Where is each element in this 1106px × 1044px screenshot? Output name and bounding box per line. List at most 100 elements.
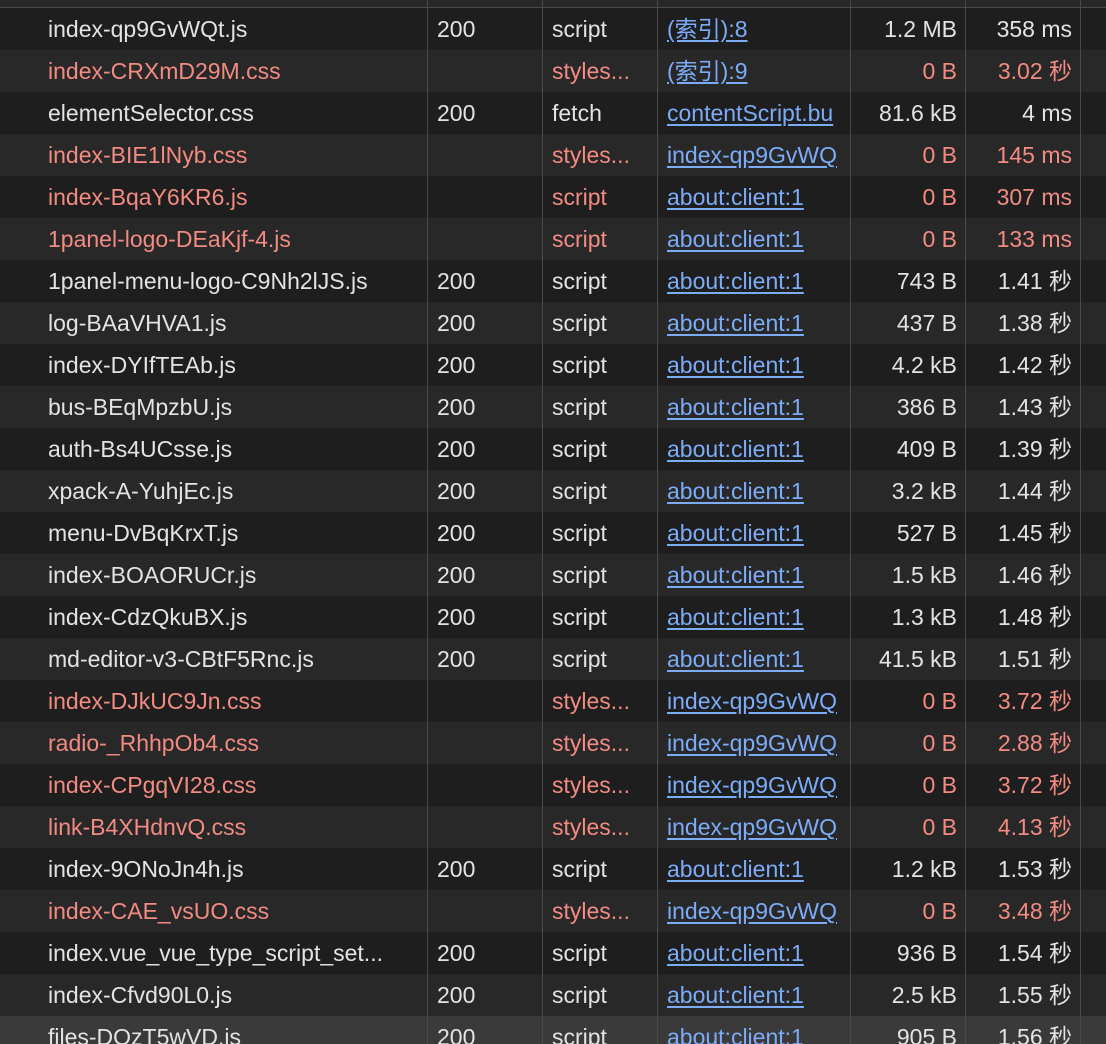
request-status — [437, 176, 537, 218]
table-row[interactable]: auth-Bs4UCsse.js 200 script about:client:1 4… — [0, 428, 1106, 470]
request-name[interactable]: index-Cfvd90L0.js — [48, 974, 422, 1016]
initiator-link[interactable]: about:client:1 — [667, 562, 804, 588]
initiator-link[interactable]: (索引):9 — [667, 58, 748, 84]
request-name[interactable]: 1panel-logo-DEaKjf-4.js — [48, 218, 422, 260]
request-time: 1.48 秒 — [997, 604, 1072, 630]
initiator-link[interactable]: about:client:1 — [667, 604, 804, 630]
table-row[interactable]: link-B4XHdnvQ.css styles... index-qp9GvWQ 0… — [0, 806, 1106, 848]
initiator-link[interactable]: index-qp9GvWQ — [667, 142, 837, 168]
request-name[interactable]: files-DOzT5wVD.js — [48, 1016, 422, 1044]
request-name[interactable]: bus-BEqMpzbU.js — [48, 386, 422, 428]
table-row[interactable]: elementSelector.css 200 fetch contentScript… — [0, 92, 1106, 134]
initiator-link[interactable]: index-qp9GvWQ — [667, 730, 837, 756]
request-initiator: about:client:1 — [667, 344, 850, 386]
column-divider[interactable] — [850, 0, 851, 1044]
request-initiator: about:client:1 — [667, 848, 850, 890]
initiator-link[interactable]: contentScript.bu — [667, 100, 833, 126]
table-row[interactable]: menu-DvBqKrxT.js 200 script about:client:1 5… — [0, 512, 1106, 554]
request-name[interactable]: 1panel-menu-logo-C9Nh2lJS.js — [48, 260, 422, 302]
initiator-link[interactable]: about:client:1 — [667, 310, 804, 336]
table-row[interactable]: index-CPgqVI28.css styles... index-qp9GvWQ… — [0, 764, 1106, 806]
initiator-link[interactable]: about:client:1 — [667, 436, 804, 462]
table-row[interactable]: index-BOAORUCr.js 200 script about:client:1… — [0, 554, 1106, 596]
table-row[interactable]: index-CRXmD29M.css styles... (索引):9 0 B 3.02… — [0, 50, 1106, 92]
initiator-link[interactable]: about:client:1 — [667, 352, 804, 378]
initiator-link[interactable]: about:client:1 — [667, 478, 804, 504]
table-row[interactable]: index-BqaY6KR6.js script about:client:1 0 B… — [0, 176, 1106, 218]
initiator-link[interactable]: about:client:1 — [667, 394, 804, 420]
request-name[interactable]: index-CdzQkuBX.js — [48, 596, 422, 638]
column-divider[interactable] — [965, 0, 966, 1044]
initiator-link[interactable]: about:client:1 — [667, 268, 804, 294]
request-status — [437, 134, 537, 176]
table-row[interactable]: index.vue_vue_type_script_set... 200 scrip… — [0, 932, 1106, 974]
table-row[interactable]: bus-BEqMpzbU.js 200 script about:client:1 38… — [0, 386, 1106, 428]
request-name[interactable]: md-editor-v3-CBtF5Rnc.js — [48, 638, 422, 680]
request-time: 1.56 秒 — [997, 1024, 1072, 1044]
request-size: 905 B — [896, 1024, 957, 1044]
request-name[interactable]: index-DYIfTEAb.js — [48, 344, 422, 386]
table-row[interactable]: index-BIE1lNyb.css styles... index-qp9GvWQ… — [0, 134, 1106, 176]
column-divider[interactable] — [542, 0, 543, 1044]
initiator-link[interactable]: index-qp9GvWQ — [667, 814, 837, 840]
request-type: styles... — [552, 142, 630, 168]
column-divider[interactable] — [657, 0, 658, 1044]
table-row[interactable]: 1panel-logo-DEaKjf-4.js script about:clien… — [0, 218, 1106, 260]
table-row[interactable]: 1panel-menu-logo-C9Nh2lJS.js 200 script abo… — [0, 260, 1106, 302]
initiator-link[interactable]: index-qp9GvWQ — [667, 898, 837, 924]
initiator-link[interactable]: (索引):8 — [667, 16, 748, 42]
request-name[interactable]: index-9ONoJn4h.js — [48, 848, 422, 890]
request-type: script — [552, 604, 607, 630]
table-row[interactable]: index-DJkUC9Jn.css styles... index-qp9GvWQ… — [0, 680, 1106, 722]
table-row[interactable]: index-CAE_vsUO.css styles... index-qp9GvWQ… — [0, 890, 1106, 932]
initiator-link[interactable]: about:client:1 — [667, 226, 804, 252]
request-name[interactable]: index-CRXmD29M.css — [48, 50, 422, 92]
table-row[interactable]: xpack-A-YuhjEc.js 200 script about:client:1… — [0, 470, 1106, 512]
request-name[interactable]: link-B4XHdnvQ.css — [48, 806, 422, 848]
initiator-link[interactable]: about:client:1 — [667, 982, 804, 1008]
request-size: 0 B — [922, 142, 957, 168]
table-row[interactable]: index-9ONoJn4h.js 200 script about:client:1… — [0, 848, 1106, 890]
initiator-link[interactable]: about:client:1 — [667, 184, 804, 210]
request-name[interactable]: auth-Bs4UCsse.js — [48, 428, 422, 470]
column-divider[interactable] — [1080, 0, 1081, 1044]
initiator-link[interactable]: about:client:1 — [667, 940, 804, 966]
initiator-link[interactable]: about:client:1 — [667, 520, 804, 546]
initiator-link[interactable]: about:client:1 — [667, 1024, 804, 1044]
initiator-link[interactable]: about:client:1 — [667, 856, 804, 882]
table-row[interactable]: index-DYIfTEAb.js 200 script about:client:1… — [0, 344, 1106, 386]
request-size: 1.3 kB — [891, 604, 957, 630]
request-type: script — [552, 226, 607, 252]
request-name[interactable]: index-BOAORUCr.js — [48, 554, 422, 596]
request-name[interactable]: xpack-A-YuhjEc.js — [48, 470, 422, 512]
request-name[interactable]: index-CAE_vsUO.css — [48, 890, 422, 932]
request-name[interactable]: index-BqaY6KR6.js — [48, 176, 422, 218]
table-row[interactable]: md-editor-v3-CBtF5Rnc.js 200 script about:c… — [0, 638, 1106, 680]
request-name[interactable]: index-BIE1lNyb.css — [48, 134, 422, 176]
request-name[interactable]: elementSelector.css — [48, 92, 422, 134]
request-status: 200 — [437, 310, 476, 336]
request-name[interactable]: index-qp9GvWQt.js — [48, 8, 422, 50]
request-name[interactable]: radio-_RhhpOb4.css — [48, 722, 422, 764]
table-row[interactable]: log-BAaVHVA1.js 200 script about:client:1 43… — [0, 302, 1106, 344]
request-name[interactable]: index-DJkUC9Jn.css — [48, 680, 422, 722]
request-time: 1.44 秒 — [997, 478, 1072, 504]
request-name[interactable]: index-CPgqVI28.css — [48, 764, 422, 806]
request-initiator: about:client:1 — [667, 932, 850, 974]
table-row[interactable]: files-DOzT5wVD.js 200 script about:client:1… — [0, 1016, 1106, 1044]
initiator-link[interactable]: about:client:1 — [667, 646, 804, 672]
request-status: 200 — [437, 604, 476, 630]
table-row[interactable]: radio-_RhhpOb4.css styles... index-qp9GvWQ… — [0, 722, 1106, 764]
request-time: 3.72 秒 — [997, 688, 1072, 714]
table-row[interactable]: index-Cfvd90L0.js 200 script about:client:1… — [0, 974, 1106, 1016]
initiator-link[interactable]: index-qp9GvWQ — [667, 772, 837, 798]
column-divider[interactable] — [427, 0, 428, 1044]
table-row[interactable]: index-CdzQkuBX.js 200 script about:client:1… — [0, 596, 1106, 638]
table-row[interactable]: index-qp9GvWQt.js 200 script (索引):8 1.2 MB 35… — [0, 8, 1106, 50]
request-name[interactable]: log-BAaVHVA1.js — [48, 302, 422, 344]
request-name[interactable]: index.vue_vue_type_script_set... — [48, 932, 422, 974]
request-name[interactable]: menu-DvBqKrxT.js — [48, 512, 422, 554]
request-time: 4.13 秒 — [997, 814, 1072, 840]
request-status: 200 — [437, 394, 476, 420]
initiator-link[interactable]: index-qp9GvWQ — [667, 688, 837, 714]
